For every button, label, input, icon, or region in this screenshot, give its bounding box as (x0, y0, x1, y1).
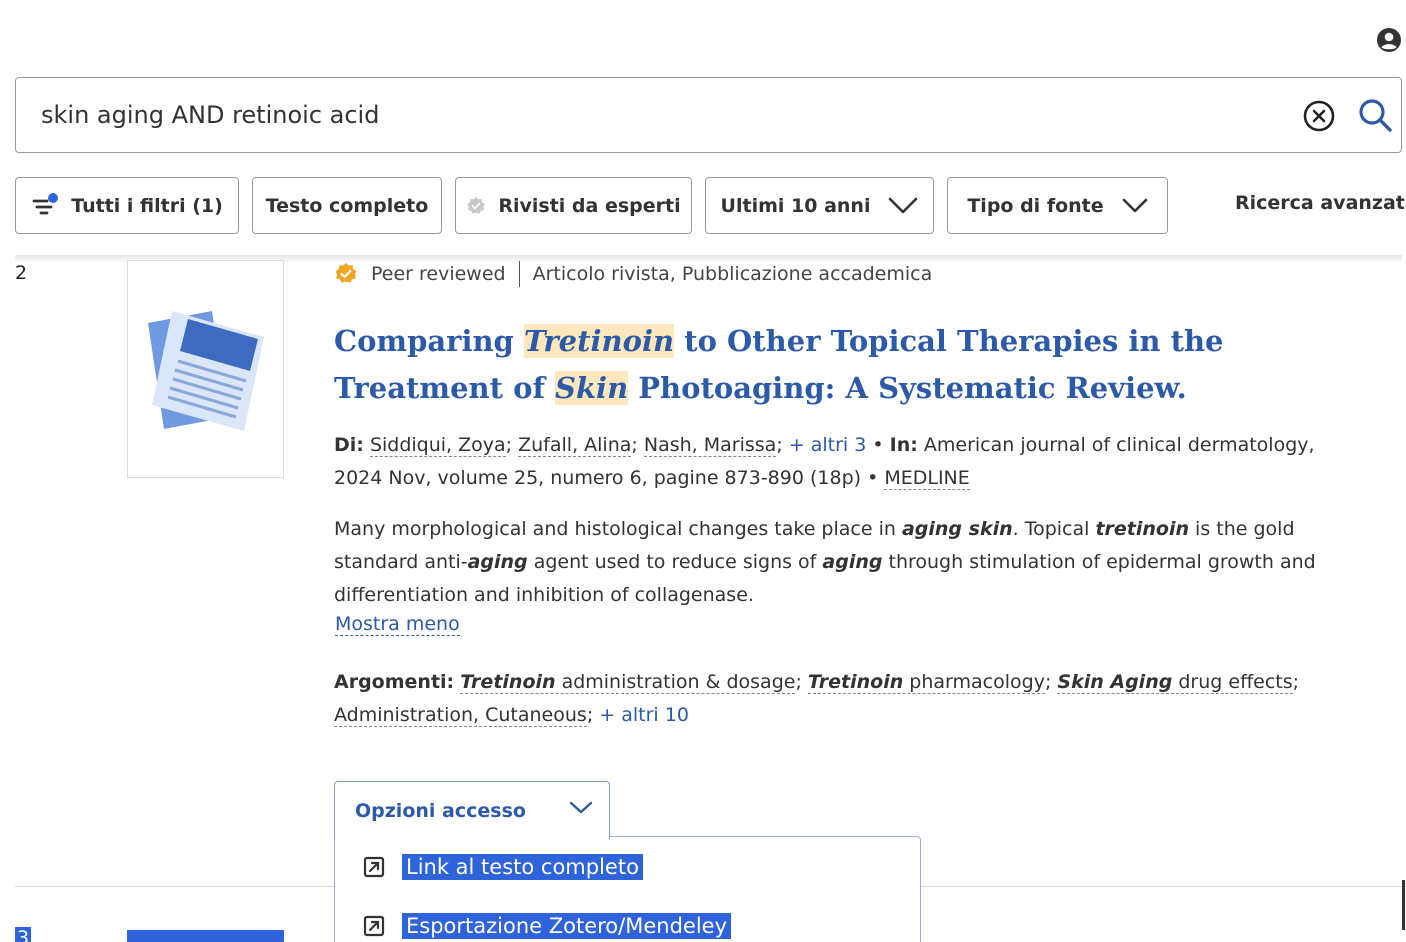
filter-icon (32, 192, 59, 214)
access-options-menu: Link al testo completo Esportazione Zote… (334, 836, 921, 942)
publication-types: Articolo rivista, Pubblicazione accademi… (532, 263, 933, 285)
author-link[interactable]: Zufall, Alina (518, 434, 632, 457)
result-thumbnail[interactable] (127, 260, 284, 478)
last-10-years-label: Ultimi 10 anni (720, 194, 871, 217)
peer-reviewed-badge-icon (335, 263, 357, 283)
result-divider (15, 886, 335, 887)
peer-reviewed-label: Rivisti da esperti (498, 194, 681, 217)
result-divider (921, 886, 1406, 887)
author-link[interactable]: Siddiqui, Zoya (369, 434, 506, 457)
menu-item-full-text-link[interactable]: Link al testo completo (363, 854, 643, 880)
subject-highlight: Tretinoin (460, 671, 556, 693)
clear-circle-icon[interactable] (1302, 99, 1336, 133)
user-circle-icon[interactable] (1376, 27, 1402, 53)
result-number: 3 (15, 927, 32, 942)
subject-highlight: Tretinoin (807, 671, 904, 693)
abstract-text: agent used to reduce signs of (527, 551, 823, 573)
access-options-label: Opzioni accesso (355, 799, 526, 822)
menu-item-label: Link al testo completo (402, 854, 643, 880)
result-thumbnail[interactable] (127, 930, 284, 942)
result-meta: Peer reviewed Articolo rivista, Pubblica… (334, 261, 932, 287)
all-filters-button[interactable]: Tutti i filtri (1) (15, 177, 239, 234)
abstract-highlight: aging (822, 551, 883, 573)
result-title[interactable]: Comparing Tretinoin to Other Topical The… (334, 318, 1334, 412)
chevron-down-icon (1122, 198, 1147, 212)
search-bar (15, 77, 1402, 153)
subjects-label: Argomenti: (334, 671, 455, 693)
in-label: In: (889, 434, 918, 456)
title-highlight: Tretinoin (523, 324, 675, 358)
source-type-label: Tipo di fonte (967, 194, 1104, 217)
title-text: Photoaging: A Systematic Review. (628, 371, 1187, 405)
title-highlight: Skin (555, 371, 629, 405)
peer-reviewed-filter-button[interactable]: Rivisti da esperti (455, 177, 692, 234)
last-10-years-dropdown[interactable]: Ultimi 10 anni (705, 177, 934, 234)
subject-link[interactable]: Tretinoin pharmacology (807, 671, 1045, 694)
abstract-highlight: aging (467, 551, 528, 573)
authors-label: Di: (334, 434, 364, 456)
chevron-down-icon (569, 801, 593, 814)
full-text-filter-button[interactable]: Testo completo (252, 177, 442, 234)
result-abstract: Many morphological and histological chan… (334, 513, 1334, 612)
abstract-highlight: aging skin (901, 518, 1013, 540)
peer-reviewed-text: Peer reviewed (371, 263, 506, 285)
subject-highlight: Skin Aging (1057, 671, 1173, 693)
more-subjects-link[interactable]: + altri 10 (599, 704, 689, 726)
title-text: Comparing (334, 324, 524, 358)
full-text-label: Testo completo (265, 194, 429, 217)
show-less-link[interactable]: Mostra meno (335, 613, 460, 636)
scrollbar-thumb[interactable] (1402, 880, 1405, 930)
search-input[interactable] (41, 101, 1261, 129)
access-options-button[interactable]: Opzioni accesso (334, 781, 610, 839)
subject-text: pharmacology (903, 671, 1045, 693)
menu-item-zotero-export[interactable]: Esportazione Zotero/Mendeley (363, 913, 731, 939)
external-link-icon (363, 856, 385, 878)
subject-link[interactable]: Tretinoin administration & dosage (460, 671, 796, 694)
subject-text: administration & dosage (555, 671, 796, 693)
more-authors-link[interactable]: + altri 3 (789, 434, 867, 456)
subject-text: drug effects (1172, 671, 1293, 693)
document-icon (148, 311, 264, 431)
menu-item-label: Esportazione Zotero/Mendeley (402, 913, 731, 939)
author-link[interactable]: Nash, Marissa (643, 434, 777, 457)
search-icon[interactable] (1356, 96, 1394, 134)
result-authors: Di: Siddiqui, Zoya; Zufall, Alina; Nash,… (334, 434, 1315, 490)
database-link[interactable]: MEDLINE (884, 467, 970, 490)
verified-badge-icon (467, 196, 486, 214)
abstract-text: . Topical (1012, 518, 1096, 540)
source-type-dropdown[interactable]: Tipo di fonte (947, 177, 1168, 234)
external-link-icon (363, 915, 385, 937)
subject-link[interactable]: Administration, Cutaneous (334, 704, 587, 727)
advanced-search-link[interactable]: Ricerca avanzata (1235, 192, 1406, 214)
abstract-highlight: tretinoin (1095, 518, 1190, 540)
result-subjects: Argomenti: Tretinoin administration & do… (334, 671, 1300, 727)
abstract-text: Many morphological and histological chan… (334, 518, 902, 540)
chevron-down-icon (889, 197, 918, 213)
meta-separator (518, 261, 520, 287)
result-number: 2 (15, 262, 28, 284)
subject-link[interactable]: Skin Aging drug effects (1057, 671, 1293, 694)
all-filters-label: Tutti i filtri (1) (71, 194, 223, 217)
